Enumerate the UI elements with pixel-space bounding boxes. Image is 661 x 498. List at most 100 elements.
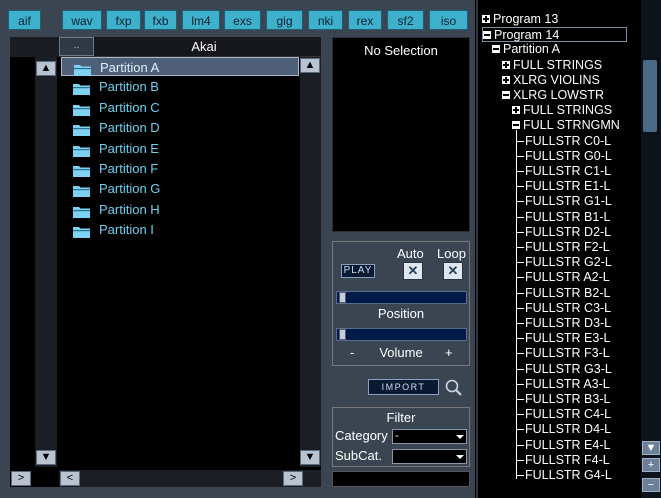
tree-leaf-label: FULLSTR D2-L — [525, 224, 612, 239]
left-scrollbar-track[interactable] — [35, 57, 57, 467]
position-label: Position — [377, 306, 425, 321]
list-scrollbar-track[interactable] — [300, 57, 321, 467]
list-item[interactable]: Partition E — [61, 139, 299, 158]
category-dropdown[interactable]: - — [392, 429, 467, 444]
expand-icon[interactable] — [482, 15, 490, 23]
tree-leaf-label: FULLSTR C3-L — [525, 300, 612, 315]
auto-label: Auto — [397, 246, 424, 261]
tree-node-label: XLRG LOWSTR — [513, 88, 604, 102]
collapse-icon[interactable] — [502, 91, 510, 99]
tree-branch-line — [516, 353, 524, 355]
list-scroll-left-button[interactable]: < — [60, 471, 80, 486]
list-hscrollbar[interactable] — [59, 470, 321, 487]
tree-node[interactable]: Program 14 — [482, 27, 627, 43]
folder-icon — [73, 183, 90, 198]
tree-leaf-label: FULLSTR C1-L — [525, 164, 612, 178]
list-item-label: Partition E — [99, 140, 159, 156]
list-scroll-up-button[interactable]: ▲ — [300, 58, 320, 73]
tree-branch-line — [516, 399, 524, 400]
tree-leaf-label: FULLSTR F3-L — [525, 346, 610, 361]
list-item[interactable]: Partition D — [61, 118, 299, 137]
tab-fxb[interactable]: fxb — [144, 10, 177, 30]
tree-branch-line — [516, 307, 524, 309]
tree-branch-line — [516, 231, 524, 233]
tree-scrollbar-thumb[interactable] — [643, 60, 657, 132]
tree-branch-line — [516, 459, 524, 461]
tree-leaf-label: FULLSTR C0-L — [525, 133, 612, 148]
list-item[interactable]: Partition C — [61, 98, 299, 117]
parent-folder-button[interactable]: .. — [59, 37, 94, 56]
left-scroll-down-button[interactable]: ▼ — [36, 450, 56, 465]
folder-icon — [73, 81, 90, 96]
tab-exs[interactable]: exs — [224, 10, 261, 30]
list-scroll-right-button[interactable]: > — [283, 471, 303, 486]
list-item-label: Partition C — [99, 99, 160, 115]
tree-branch-line — [516, 414, 524, 416]
tree-branch-line — [516, 171, 524, 172]
tree-expand-button[interactable]: + — [642, 458, 660, 472]
list-item[interactable]: Partition B — [61, 77, 299, 96]
expand-icon[interactable] — [502, 75, 510, 84]
subcat-label: SubCat. — [335, 448, 382, 463]
list-item[interactable]: Partition F — [61, 159, 299, 178]
tree-branch-line — [516, 262, 524, 264]
tree-node-label: FULL STRINGS — [523, 103, 613, 118]
magnifier-icon[interactable] — [444, 378, 464, 398]
loop-checkbox[interactable]: ✕ — [443, 262, 463, 280]
tree-leaf-label: FULLSTR E3-L — [525, 331, 611, 346]
tab-wav[interactable]: wav — [62, 10, 102, 30]
tab-sf2[interactable]: sf2 — [387, 10, 424, 30]
left-scroll-up-button[interactable]: ▲ — [36, 61, 56, 76]
category-value: - — [395, 430, 399, 442]
tree-branch-line — [516, 201, 524, 203]
expand-icon[interactable] — [512, 106, 520, 115]
tree-leaf-label: FULLSTR B2-L — [525, 285, 611, 300]
list-scroll-down-button[interactable]: ▼ — [300, 450, 320, 465]
tab-rex[interactable]: rex — [348, 10, 382, 30]
tab-iso[interactable]: iso — [429, 10, 468, 30]
tab-fxp[interactable]: fxp — [106, 10, 141, 30]
import-button[interactable]: IMPORT — [368, 379, 439, 395]
position-slider-handle[interactable] — [339, 292, 346, 303]
folder-icon — [74, 62, 91, 76]
preview-status: No Selection — [364, 43, 438, 58]
tab-aif[interactable]: aif — [8, 10, 41, 30]
category-label: Category — [335, 428, 388, 443]
list-item[interactable]: Partition A — [61, 57, 299, 76]
tab-lm4[interactable]: lm4 — [182, 10, 220, 30]
tree-branch-line — [516, 216, 524, 218]
loop-label: Loop — [437, 246, 466, 261]
list-item-label: Partition B — [99, 79, 159, 95]
collapse-icon[interactable] — [483, 31, 491, 40]
tree-branch-line — [516, 277, 524, 279]
file-list-header: .. Akai — [59, 37, 321, 57]
auto-checkbox[interactable]: ✕ — [403, 262, 423, 280]
tree-scroll-down-button[interactable]: ▼ — [642, 441, 660, 455]
tree-leaf-label: FULLSTR B1-L — [525, 209, 611, 224]
tree-branch-line — [516, 247, 524, 248]
left-column-header — [10, 37, 59, 57]
tree-collapse-button[interactable]: − — [642, 478, 660, 492]
list-item[interactable]: Partition H — [61, 200, 299, 219]
format-tabs: aif wav fxp fxb lm4 exs gig nki rex sf2 iso — [2, 10, 472, 32]
tree-branch-line — [516, 444, 524, 446]
tree-branch-line — [516, 155, 524, 157]
position-slider[interactable] — [336, 291, 467, 304]
tab-gig[interactable]: gig — [266, 10, 303, 30]
volume-slider-handle[interactable] — [339, 329, 346, 340]
tree-node-label: Program 14 — [494, 28, 560, 43]
tree-leaf-label: FULLSTR G3-L — [525, 361, 612, 376]
list-item[interactable]: Partition I — [61, 220, 299, 239]
left-scroll-right-button[interactable]: > — [11, 471, 31, 486]
tab-nki[interactable]: nki — [308, 10, 343, 30]
expand-icon[interactable] — [502, 60, 510, 69]
collapse-icon[interactable] — [492, 45, 500, 54]
tree-node-label: Partition A — [503, 42, 560, 57]
subcat-dropdown[interactable] — [392, 449, 467, 464]
play-button[interactable]: PLAY — [341, 264, 375, 278]
collapse-icon[interactable] — [512, 121, 520, 130]
tree-node-label: Program 13 — [493, 12, 559, 26]
volume-slider[interactable] — [336, 328, 467, 341]
list-item[interactable]: Partition G — [61, 179, 299, 198]
file-list-title: Akai — [191, 39, 217, 54]
